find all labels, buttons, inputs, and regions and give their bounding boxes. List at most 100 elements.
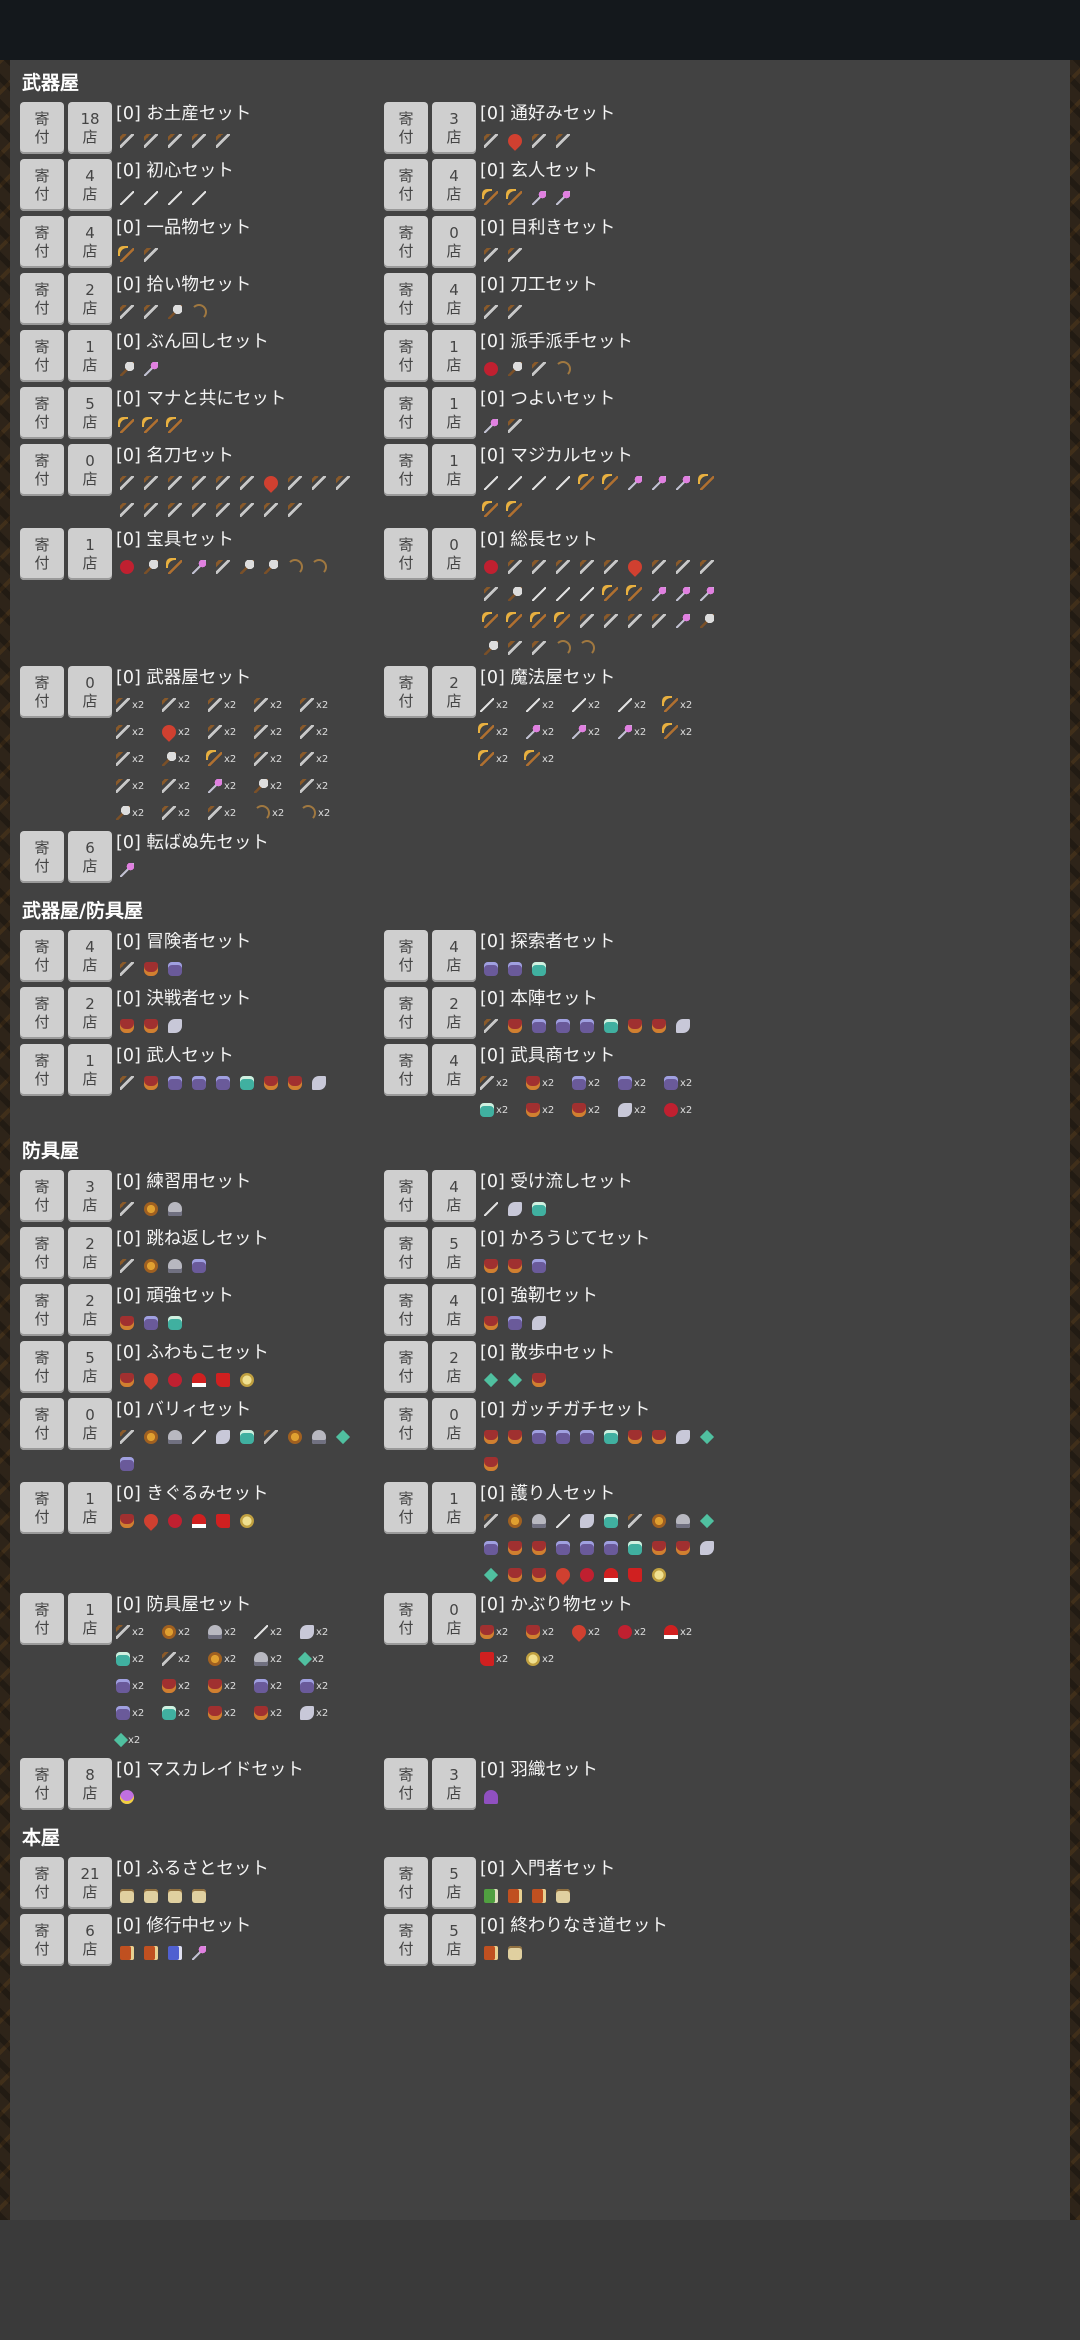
donate-button[interactable]: 寄付 <box>20 666 64 718</box>
sword-icon <box>504 301 526 323</box>
sword-icon: x2 <box>300 775 344 797</box>
shop-count-button[interactable]: 2店 <box>68 1227 112 1279</box>
shop-count-button[interactable]: 2店 <box>432 1341 476 1393</box>
donate-button[interactable]: 寄付 <box>384 1284 428 1336</box>
glove-icon <box>576 1426 598 1448</box>
shop-count-button[interactable]: 1店 <box>68 1044 112 1096</box>
donate-button[interactable]: 寄付 <box>20 1341 64 1393</box>
shop-count-button[interactable]: 1店 <box>68 1593 112 1645</box>
shop-count-button[interactable]: 2店 <box>432 666 476 718</box>
shop-count-button[interactable]: 4店 <box>432 1044 476 1096</box>
donate-button[interactable]: 寄付 <box>384 1914 428 1966</box>
glove-icon <box>600 1537 622 1559</box>
donate-button[interactable]: 寄付 <box>384 1044 428 1096</box>
shop-count-button[interactable]: 2店 <box>68 1284 112 1336</box>
shop-count-button[interactable]: 4店 <box>68 930 112 982</box>
shop-count-button[interactable]: 4店 <box>432 273 476 325</box>
shop-count-button[interactable]: 3店 <box>432 102 476 154</box>
donate-button[interactable]: 寄付 <box>384 273 428 325</box>
donate-button[interactable]: 寄付 <box>384 159 428 211</box>
donate-button[interactable]: 寄付 <box>20 528 64 580</box>
donate-button[interactable]: 寄付 <box>20 1857 64 1909</box>
donate-button[interactable]: 寄付 <box>20 444 64 496</box>
donate-button[interactable]: 寄付 <box>20 987 64 1039</box>
donate-button[interactable]: 寄付 <box>384 1398 428 1450</box>
shop-count-button[interactable]: 2店 <box>432 987 476 1039</box>
sword-icon <box>480 1510 502 1532</box>
shop-count-button[interactable]: 1店 <box>68 330 112 382</box>
donate-button[interactable]: 寄付 <box>384 330 428 382</box>
shop-count-button[interactable]: 0店 <box>68 666 112 718</box>
shop-count-button[interactable]: 1店 <box>432 444 476 496</box>
shop-count-button[interactable]: 1店 <box>68 1482 112 1534</box>
shop-count-button[interactable]: 5店 <box>432 1227 476 1279</box>
donate-button[interactable]: 寄付 <box>384 387 428 439</box>
donate-button[interactable]: 寄付 <box>20 330 64 382</box>
donate-button[interactable]: 寄付 <box>20 1914 64 1966</box>
shop-count-button[interactable]: 1店 <box>432 387 476 439</box>
donate-button[interactable]: 寄付 <box>384 987 428 1039</box>
shop-count-button[interactable]: 4店 <box>68 216 112 268</box>
shop-count-button[interactable]: 2店 <box>68 987 112 1039</box>
shop-count-button[interactable]: 4店 <box>68 159 112 211</box>
shop-count-button[interactable]: 1店 <box>432 1482 476 1534</box>
shop-count-button[interactable]: 4店 <box>432 1284 476 1336</box>
donate-button[interactable]: 寄付 <box>384 216 428 268</box>
shop-count-button[interactable]: 18 店 <box>68 102 112 154</box>
shop-count-button[interactable]: 4店 <box>432 930 476 982</box>
donate-button[interactable]: 寄付 <box>384 930 428 982</box>
shop-count-button[interactable]: 0店 <box>432 528 476 580</box>
donate-button[interactable]: 寄付 <box>20 1593 64 1645</box>
shop-count-button[interactable]: 3店 <box>68 1170 112 1222</box>
donate-button[interactable]: 寄付 <box>384 1857 428 1909</box>
donate-button[interactable]: 寄付 <box>20 216 64 268</box>
shop-count-button[interactable]: 0店 <box>432 1398 476 1450</box>
donate-button[interactable]: 寄付 <box>20 1044 64 1096</box>
shop-count-button[interactable]: 0店 <box>68 1398 112 1450</box>
shop-count-button[interactable]: 2店 <box>68 273 112 325</box>
donate-button[interactable]: 寄付 <box>384 1170 428 1222</box>
donate-button[interactable]: 寄付 <box>384 1593 428 1645</box>
donate-label-2: 付 <box>34 242 50 260</box>
shop-count-button[interactable]: 5店 <box>68 1341 112 1393</box>
shop-count-button[interactable]: 5店 <box>432 1914 476 1966</box>
shop-count-button[interactable]: 6店 <box>68 1914 112 1966</box>
donate-button[interactable]: 寄付 <box>20 1284 64 1336</box>
donate-button[interactable]: 寄付 <box>20 930 64 982</box>
donate-button[interactable]: 寄付 <box>384 1482 428 1534</box>
donate-button[interactable]: 寄付 <box>20 1170 64 1222</box>
donate-button[interactable]: 寄付 <box>20 102 64 154</box>
donate-button[interactable]: 寄付 <box>384 1341 428 1393</box>
donate-button[interactable]: 寄付 <box>20 1227 64 1279</box>
donate-button[interactable]: 寄付 <box>384 444 428 496</box>
shop-count-button[interactable]: 4店 <box>432 1170 476 1222</box>
shop-count-button[interactable]: 5店 <box>432 1857 476 1909</box>
shop-count-button[interactable]: 3店 <box>432 1758 476 1810</box>
donate-button[interactable]: 寄付 <box>384 1227 428 1279</box>
shop-count-button[interactable]: 6店 <box>68 831 112 883</box>
donate-button[interactable]: 寄付 <box>20 831 64 883</box>
shop-count-button[interactable]: 5店 <box>68 387 112 439</box>
shop-count-button[interactable]: 0店 <box>432 216 476 268</box>
donate-button[interactable]: 寄付 <box>20 1482 64 1534</box>
shop-count-button[interactable]: 1店 <box>68 528 112 580</box>
donate-button[interactable]: 寄付 <box>20 387 64 439</box>
donate-button[interactable]: 寄付 <box>384 528 428 580</box>
shop-count-button[interactable]: 21 店 <box>68 1857 112 1909</box>
donate-button[interactable]: 寄付 <box>384 1758 428 1810</box>
set-buttons: 寄付2店 <box>20 987 112 1040</box>
donate-button[interactable]: 寄付 <box>20 1758 64 1810</box>
shop-count-button[interactable]: 4店 <box>432 159 476 211</box>
shop-count-button[interactable]: 8店 <box>68 1758 112 1810</box>
donate-button[interactable]: 寄付 <box>20 273 64 325</box>
shop-count-button[interactable]: 0店 <box>68 444 112 496</box>
set-name: [0] 拾い物セット <box>116 275 252 295</box>
shop-count-button[interactable]: 0店 <box>432 1593 476 1645</box>
donate-button[interactable]: 寄付 <box>384 666 428 718</box>
shop-label: 店 <box>446 1619 462 1637</box>
donate-button[interactable]: 寄付 <box>384 102 428 154</box>
donate-button[interactable]: 寄付 <box>20 1398 64 1450</box>
shop-count-button[interactable]: 1店 <box>432 330 476 382</box>
donate-button[interactable]: 寄付 <box>20 159 64 211</box>
set-item: 寄付 3 店 [0] 練習用セット <box>20 1170 384 1223</box>
